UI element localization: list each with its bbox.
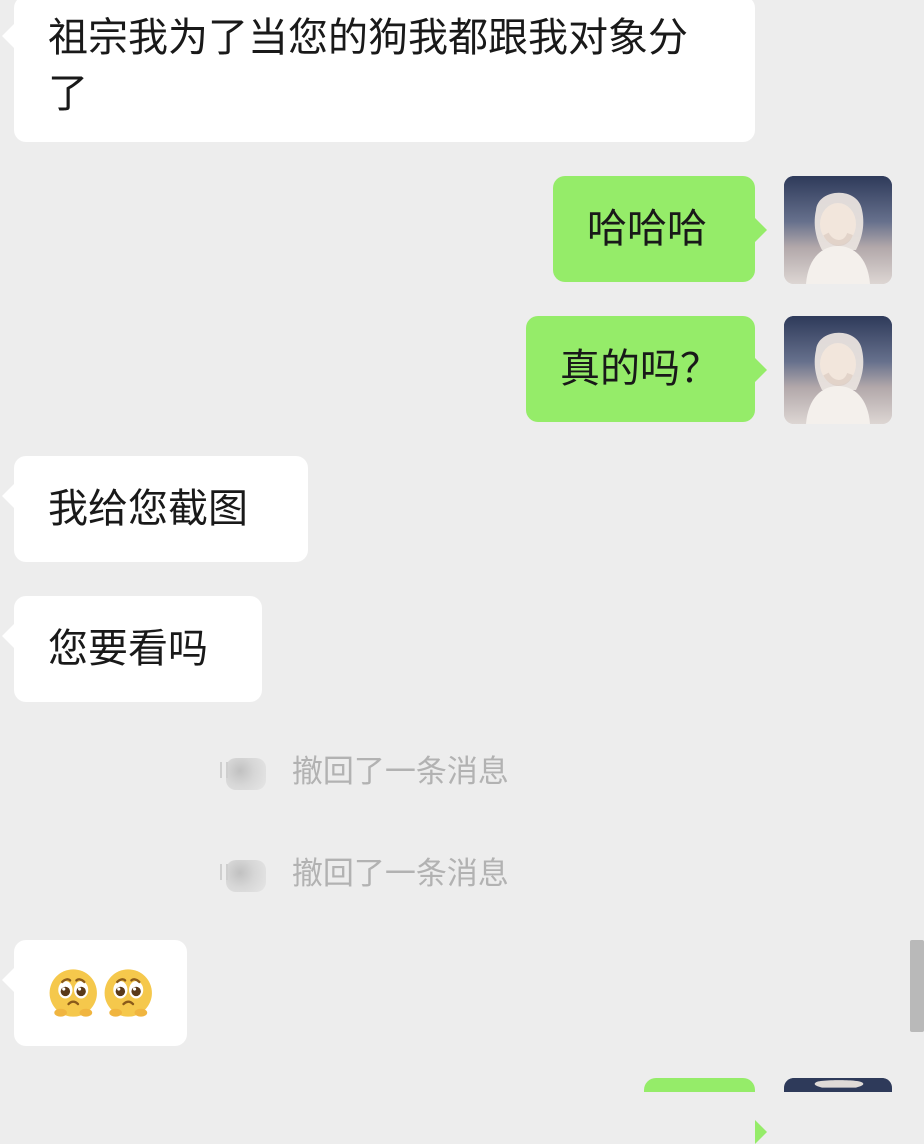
message-text: 您要看吗 bbox=[48, 626, 208, 672]
scroll-indicator[interactable] bbox=[910, 940, 924, 1032]
recall-text: 撤回了一条消息 bbox=[291, 856, 509, 892]
user-avatar-icon bbox=[784, 1078, 892, 1092]
pleading-face-icon bbox=[104, 969, 152, 1017]
blurred-name bbox=[220, 752, 272, 796]
avatar[interactable] bbox=[784, 176, 892, 284]
message-text: 哈哈哈 bbox=[587, 206, 707, 252]
user-avatar-icon bbox=[784, 176, 892, 284]
emoji-row bbox=[48, 965, 153, 1021]
message-bubble-right[interactable]: 哈哈哈 bbox=[553, 176, 767, 282]
message-bubble-left[interactable]: 祖宗我为了当您的狗我都跟我对象分了 bbox=[2, 0, 755, 142]
avatar[interactable] bbox=[784, 1078, 892, 1092]
message-bubble-right[interactable] bbox=[644, 1078, 767, 1144]
blurred-name bbox=[220, 854, 272, 898]
recall-notice: 撤回了一条消息 bbox=[220, 849, 640, 899]
message-text: 我给您截图 bbox=[48, 486, 248, 532]
message-text: 真的吗？ bbox=[560, 346, 720, 392]
pleading-face-icon bbox=[49, 969, 97, 1017]
avatar[interactable] bbox=[784, 316, 892, 424]
user-avatar-icon bbox=[784, 316, 892, 424]
message-bubble-left[interactable]: 您要看吗 bbox=[2, 596, 262, 702]
recall-text: 撤回了一条消息 bbox=[291, 754, 509, 790]
message-bubble-left[interactable] bbox=[2, 940, 187, 1046]
message-bubble-right[interactable]: 真的吗？ bbox=[526, 316, 767, 422]
message-text: 祖宗我为了当您的狗我都跟我对象分了 bbox=[48, 15, 688, 117]
recall-notice: 撤回了一条消息 bbox=[220, 747, 640, 797]
message-bubble-left[interactable]: 我给您截图 bbox=[2, 456, 308, 562]
